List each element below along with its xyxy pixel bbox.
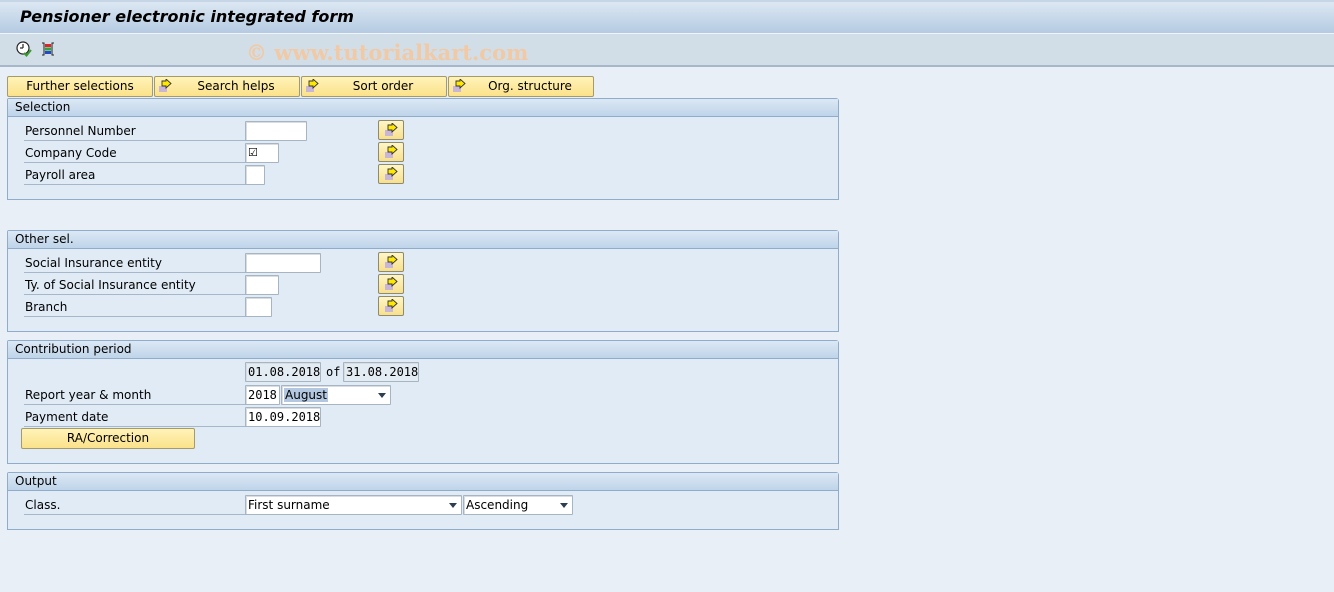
- chevron-down-icon: [560, 503, 568, 508]
- field-label: Class.: [24, 493, 247, 515]
- period-to-field: 31.08.2018: [343, 362, 419, 382]
- chevron-down-icon: [449, 503, 457, 508]
- application-toolbar: © www.tutorialkart.com: [0, 34, 1334, 67]
- multiple-selection-arrow-icon: [385, 167, 398, 180]
- get-variant-icon[interactable]: [40, 41, 56, 57]
- multiple-selection-arrow-icon: [385, 299, 398, 312]
- personnel-number-multiple-selection-button[interactable]: [378, 120, 404, 140]
- report-month-value: August: [284, 388, 328, 402]
- report-year-input[interactable]: 2018: [245, 385, 280, 405]
- company-code-input[interactable]: ☑: [245, 143, 279, 163]
- group-selection: Selection Personnel Number Company Code …: [7, 98, 839, 200]
- watermark-text: © www.tutorialkart.com: [246, 40, 529, 65]
- search-helps-button[interactable]: Search helps: [154, 76, 300, 97]
- field-label: Payroll area: [24, 163, 247, 185]
- personnel-number-input[interactable]: [245, 121, 307, 141]
- payroll-area-input[interactable]: [245, 165, 265, 185]
- field-label: Payment date: [24, 405, 247, 427]
- field-label: Company Code: [24, 141, 247, 163]
- social-insurance-entity-type-input[interactable]: [245, 275, 279, 295]
- company-code-multiple-selection-button[interactable]: [378, 142, 404, 162]
- sort-class-dropdown[interactable]: First surname: [245, 495, 462, 515]
- multiple-selection-arrow-icon: [385, 145, 398, 158]
- further-selections-button[interactable]: Further selections: [7, 76, 153, 97]
- multiple-selection-arrow-icon: [385, 277, 398, 290]
- multiple-selection-arrow-icon: [306, 79, 319, 92]
- sort-direction-dropdown[interactable]: Ascending: [463, 495, 573, 515]
- group-title: Other sel.: [8, 231, 838, 249]
- multiple-selection-arrow-icon: [385, 255, 398, 268]
- payment-date-input[interactable]: 10.09.2018: [245, 407, 321, 427]
- title-bar: Pensioner electronic integrated form: [0, 0, 1334, 34]
- payroll-area-multiple-selection-button[interactable]: [378, 164, 404, 184]
- branch-input[interactable]: [245, 297, 272, 317]
- chevron-down-icon: [378, 393, 386, 398]
- period-from-field: 01.08.2018: [245, 362, 321, 382]
- group-title: Selection: [8, 99, 838, 117]
- sort-direction-value: Ascending: [466, 498, 529, 512]
- field-label: Personnel Number: [24, 119, 247, 141]
- page-title: Pensioner electronic integrated form: [20, 7, 354, 26]
- report-month-dropdown[interactable]: August: [281, 385, 391, 405]
- field-label: Report year & month: [24, 383, 247, 405]
- social-insurance-entity-type-multiple-selection-button[interactable]: [378, 274, 404, 294]
- field-label: Social Insurance entity: [24, 251, 247, 273]
- multiple-selection-arrow-icon: [453, 79, 466, 92]
- field-label: Branch: [24, 295, 247, 317]
- sort-class-value: First surname: [248, 498, 330, 512]
- branch-multiple-selection-button[interactable]: [378, 296, 404, 316]
- field-label: Ty. of Social Insurance entity: [24, 273, 247, 295]
- social-insurance-entity-input[interactable]: [245, 253, 321, 273]
- multiple-selection-arrow-icon: [385, 123, 398, 136]
- multiple-selection-arrow-icon: [159, 79, 172, 92]
- group-other-selections: Other sel. Social Insurance entity Ty. o…: [7, 230, 839, 332]
- group-contribution-period: Contribution period 01.08.2018 of 31.08.…: [7, 340, 839, 464]
- org-structure-button[interactable]: Org. structure: [448, 76, 594, 97]
- ra-correction-button[interactable]: RA/Correction: [21, 428, 195, 449]
- period-of-label: of: [326, 365, 341, 379]
- group-title: Output: [8, 473, 838, 491]
- execute-icon[interactable]: [16, 41, 32, 57]
- social-insurance-entity-multiple-selection-button[interactable]: [378, 252, 404, 272]
- sort-order-button[interactable]: Sort order: [301, 76, 447, 97]
- group-output: Output Class. First surname Ascending: [7, 472, 839, 530]
- group-title: Contribution period: [8, 341, 838, 359]
